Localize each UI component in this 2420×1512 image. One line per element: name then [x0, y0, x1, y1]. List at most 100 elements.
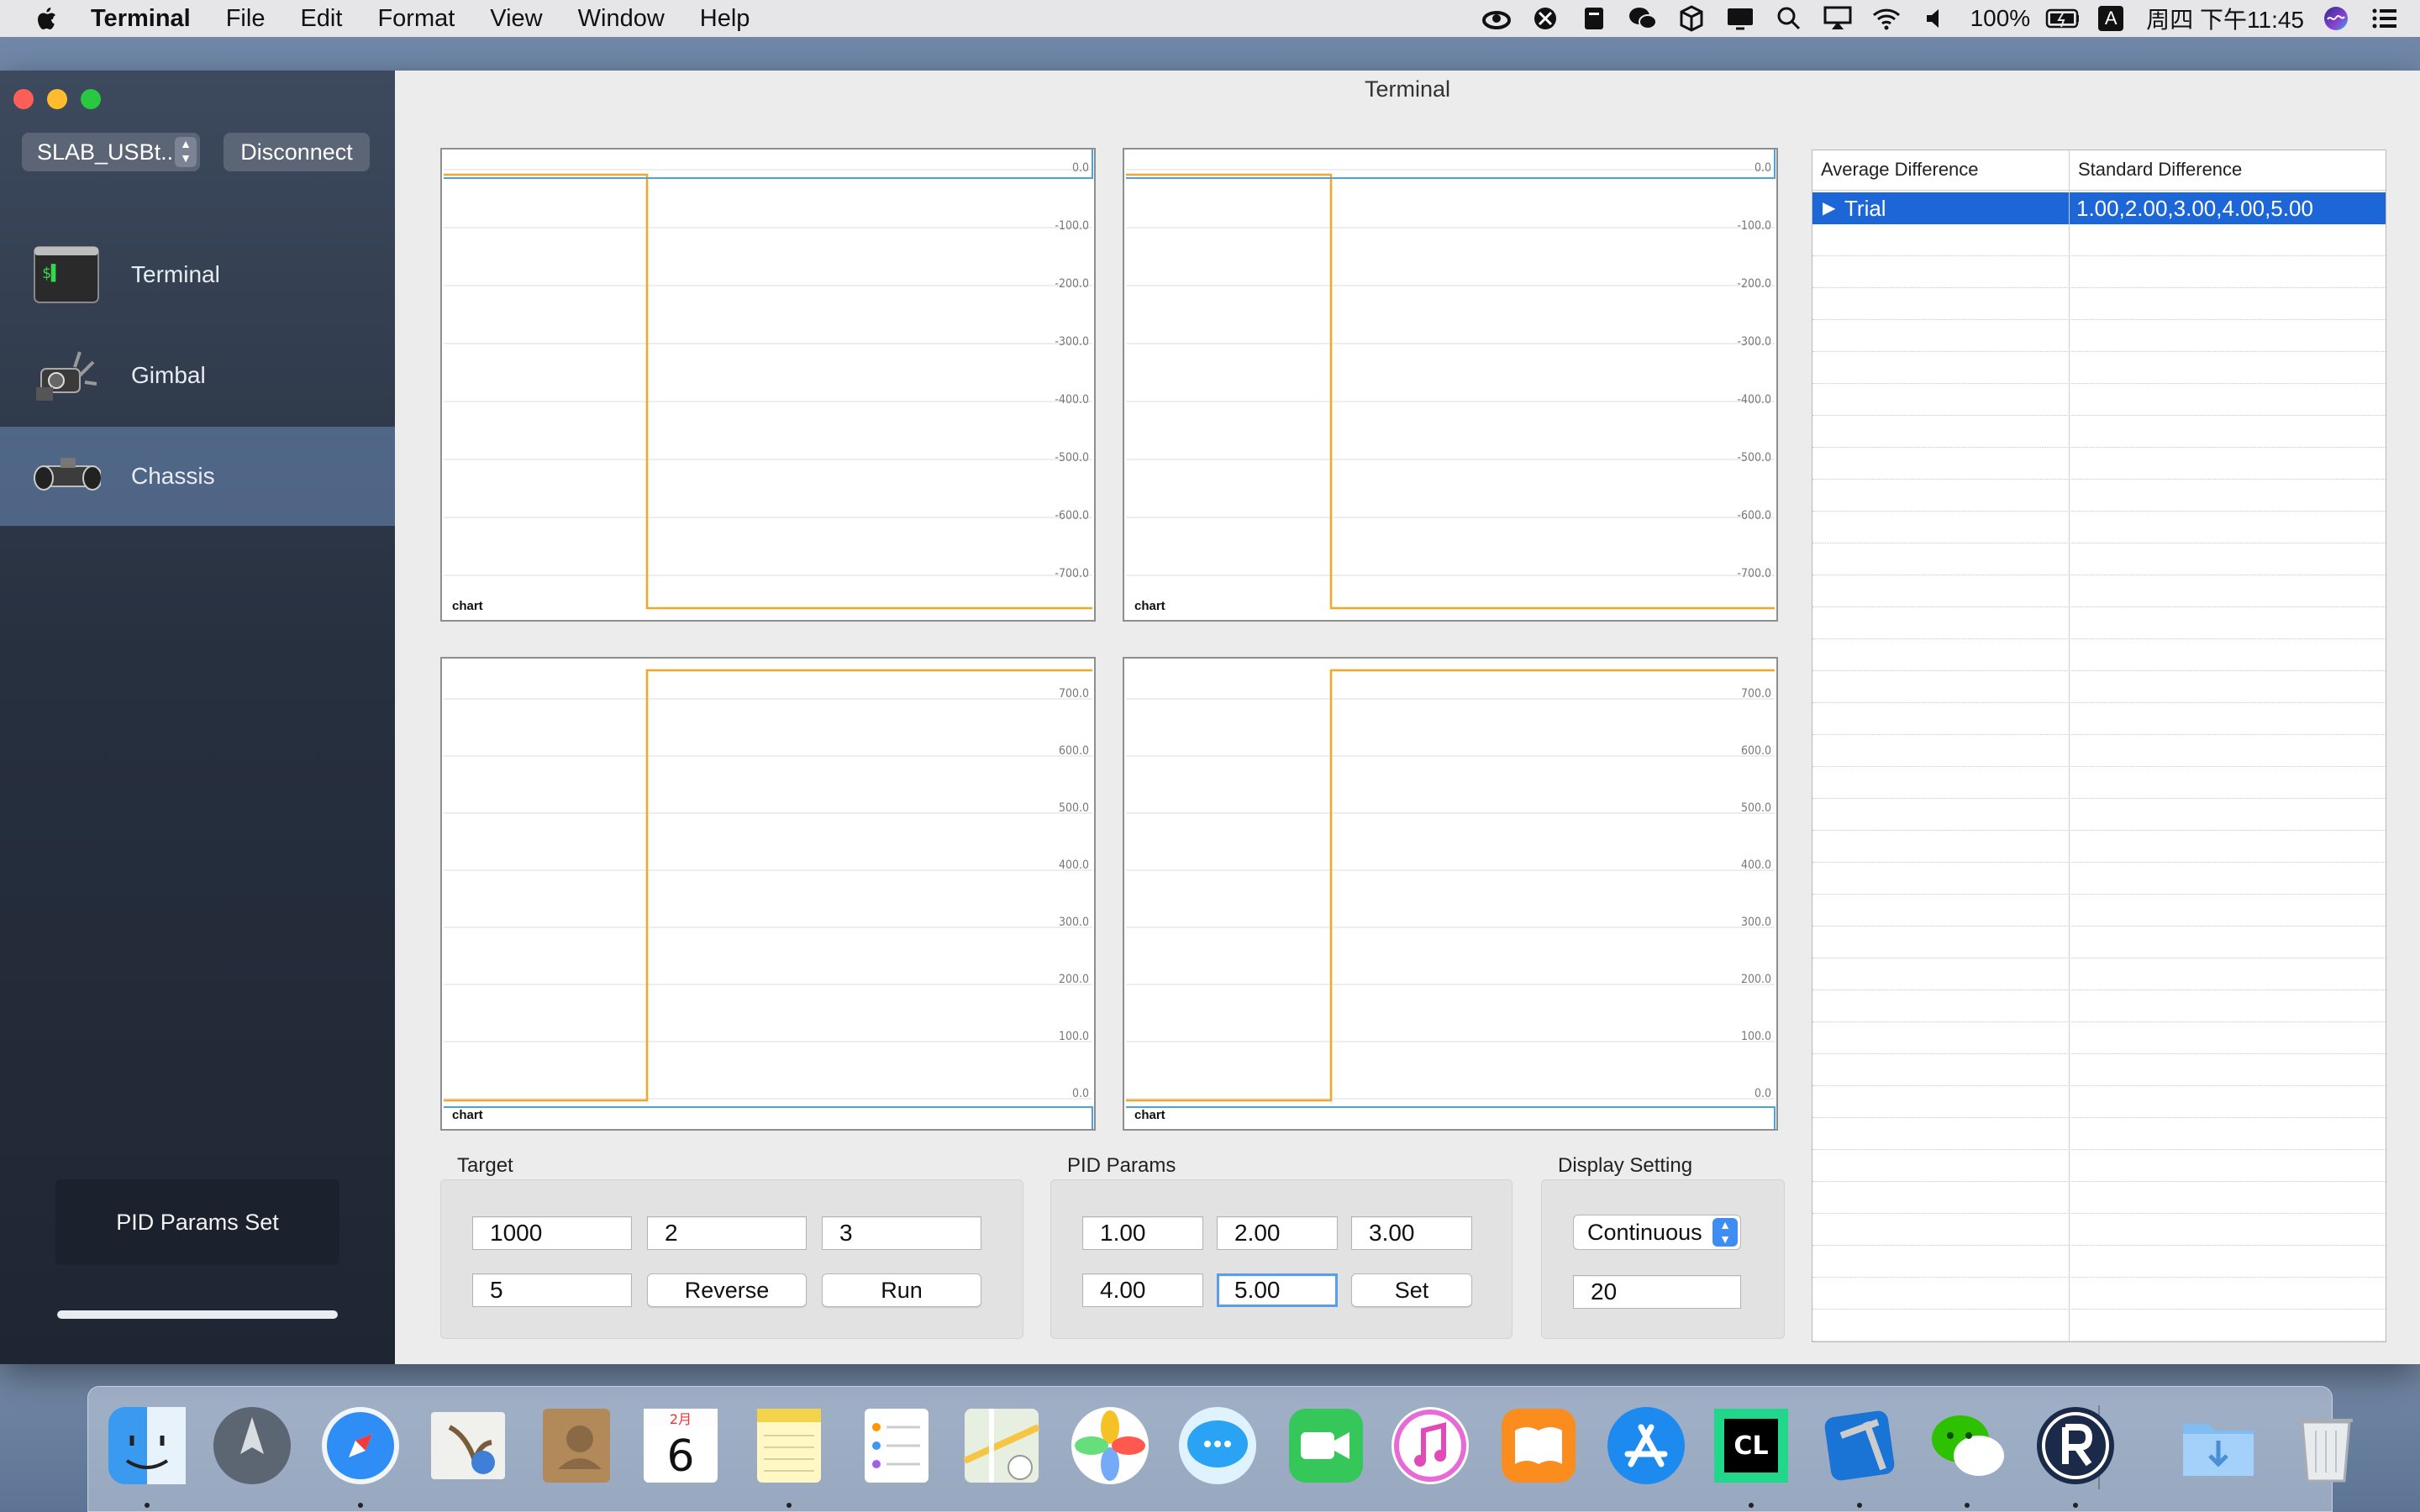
- table-row[interactable]: [1812, 703, 2386, 735]
- table-row[interactable]: [1812, 639, 2386, 671]
- target-field-4[interactable]: 5: [472, 1273, 632, 1307]
- table-row[interactable]: [1812, 927, 2386, 958]
- menu-format[interactable]: Format: [377, 5, 455, 33]
- table-row[interactable]: [1812, 320, 2386, 352]
- notes-icon[interactable]: [745, 1402, 833, 1489]
- creative-cloud-icon[interactable]: [1480, 5, 1513, 32]
- display-mode-select[interactable]: Continuous ▲ ▼: [1573, 1215, 1741, 1250]
- menu-window[interactable]: Window: [578, 5, 665, 33]
- robomaster-icon[interactable]: [2032, 1402, 2119, 1489]
- table-row[interactable]: [1812, 1182, 2386, 1214]
- pid-param-4-field[interactable]: 4.00: [1082, 1273, 1203, 1307]
- table-row[interactable]: [1812, 384, 2386, 416]
- table-row[interactable]: [1812, 575, 2386, 607]
- itunes-icon[interactable]: [1386, 1402, 1474, 1489]
- table-row[interactable]: [1812, 1310, 2386, 1341]
- table-row[interactable]: [1812, 1118, 2386, 1150]
- table-row[interactable]: [1812, 958, 2386, 990]
- sidebar-item-chassis[interactable]: Chassis: [0, 427, 395, 526]
- table-row[interactable]: [1812, 1054, 2386, 1086]
- run-button[interactable]: Run: [822, 1273, 981, 1307]
- contacts-icon[interactable]: [533, 1402, 620, 1489]
- table-row[interactable]: [1812, 831, 2386, 863]
- target-field-2[interactable]: 2: [647, 1216, 807, 1250]
- clipboard-icon[interactable]: [1577, 5, 1611, 32]
- trash-icon[interactable]: [2282, 1402, 2370, 1489]
- input-method-icon[interactable]: A: [2094, 5, 2128, 32]
- menu-app-name[interactable]: Terminal: [91, 5, 191, 33]
- sidebar-item-terminal[interactable]: $▌ Terminal: [0, 225, 395, 324]
- wechat-status-icon[interactable]: [1626, 5, 1660, 32]
- table-row[interactable]: [1812, 1150, 2386, 1182]
- table-row[interactable]: [1812, 735, 2386, 767]
- wifi-icon[interactable]: [1870, 5, 1903, 32]
- battery-icon[interactable]: [2045, 5, 2080, 32]
- launchpad-icon[interactable]: [208, 1402, 296, 1489]
- volume-icon[interactable]: [1918, 5, 1952, 32]
- table-row[interactable]: [1812, 288, 2386, 320]
- airplay-icon[interactable]: [1821, 5, 1854, 32]
- pid-p-field[interactable]: 1.00: [1082, 1216, 1203, 1250]
- tool-status-icon[interactable]: [1528, 5, 1562, 32]
- serial-port-select[interactable]: SLAB_USBt... ▲ ▼: [22, 133, 200, 171]
- calendar-icon[interactable]: 2月 6: [637, 1402, 724, 1489]
- table-row[interactable]: [1812, 448, 2386, 480]
- sidebar-item-gimbal[interactable]: Gimbal: [0, 326, 395, 425]
- table-row[interactable]: [1812, 1086, 2386, 1118]
- messages-icon[interactable]: [1174, 1402, 1261, 1489]
- table-row[interactable]: [1812, 512, 2386, 543]
- table-row[interactable]: [1812, 799, 2386, 831]
- menu-edit[interactable]: Edit: [300, 5, 342, 33]
- pid-param-5-field[interactable]: 5.00: [1217, 1273, 1338, 1307]
- wechat-icon[interactable]: [1923, 1402, 2011, 1489]
- safari-icon[interactable]: [317, 1402, 404, 1489]
- siri-icon[interactable]: [2319, 5, 2353, 32]
- finder-icon[interactable]: [103, 1402, 191, 1489]
- package-icon[interactable]: [1675, 5, 1708, 32]
- column-header-average[interactable]: Average Difference: [1821, 159, 1979, 181]
- menu-help[interactable]: Help: [700, 5, 750, 33]
- display-points-field[interactable]: 20: [1573, 1275, 1741, 1309]
- table-row[interactable]: [1812, 1022, 2386, 1054]
- table-row[interactable]: [1812, 480, 2386, 512]
- menu-file[interactable]: File: [226, 5, 266, 33]
- clion-icon[interactable]: CL: [1707, 1402, 1795, 1489]
- table-row[interactable]: ▶ Trial 1.00,2.00,3.00,4.00,5.00: [1812, 192, 2386, 224]
- difference-table[interactable]: Average Difference Standard Difference ▶…: [1812, 150, 2386, 1342]
- reverse-button[interactable]: Reverse: [647, 1273, 807, 1307]
- table-row[interactable]: [1812, 671, 2386, 703]
- menu-clock[interactable]: 周四 下午11:45: [2146, 2, 2304, 35]
- window-zoom-button[interactable]: [81, 89, 101, 109]
- table-row[interactable]: [1812, 352, 2386, 384]
- table-row[interactable]: [1812, 1246, 2386, 1278]
- downloads-folder-icon[interactable]: [2175, 1402, 2262, 1489]
- reminders-icon[interactable]: [853, 1402, 940, 1489]
- pid-d-field[interactable]: 3.00: [1351, 1216, 1472, 1250]
- maps-icon[interactable]: [958, 1402, 1045, 1489]
- books-icon[interactable]: [1495, 1402, 1582, 1489]
- photos-icon[interactable]: [1066, 1402, 1154, 1489]
- xcode-icon[interactable]: [1816, 1402, 1903, 1489]
- facetime-icon[interactable]: [1282, 1402, 1370, 1489]
- window-minimize-button[interactable]: [47, 89, 67, 109]
- column-header-standard[interactable]: Standard Difference: [2078, 159, 2242, 181]
- table-row[interactable]: [1812, 863, 2386, 895]
- table-row[interactable]: [1812, 256, 2386, 288]
- pid-i-field[interactable]: 2.00: [1217, 1216, 1338, 1250]
- notification-center-icon[interactable]: [2368, 5, 2402, 32]
- app-store-icon[interactable]: [1602, 1402, 1690, 1489]
- spotlight-search-icon[interactable]: [1772, 5, 1806, 32]
- table-row[interactable]: [1812, 895, 2386, 927]
- apple-menu-icon[interactable]: [0, 5, 91, 32]
- target-field-3[interactable]: 3: [822, 1216, 981, 1250]
- table-row[interactable]: [1812, 416, 2386, 448]
- menu-view[interactable]: View: [490, 5, 542, 33]
- table-row[interactable]: [1812, 543, 2386, 575]
- window-close-button[interactable]: [13, 89, 34, 109]
- target-field-1[interactable]: 1000: [472, 1216, 632, 1250]
- mail-icon[interactable]: [424, 1402, 512, 1489]
- table-row[interactable]: [1812, 990, 2386, 1022]
- table-row[interactable]: [1812, 1278, 2386, 1310]
- table-row[interactable]: [1812, 224, 2386, 256]
- table-row[interactable]: [1812, 767, 2386, 799]
